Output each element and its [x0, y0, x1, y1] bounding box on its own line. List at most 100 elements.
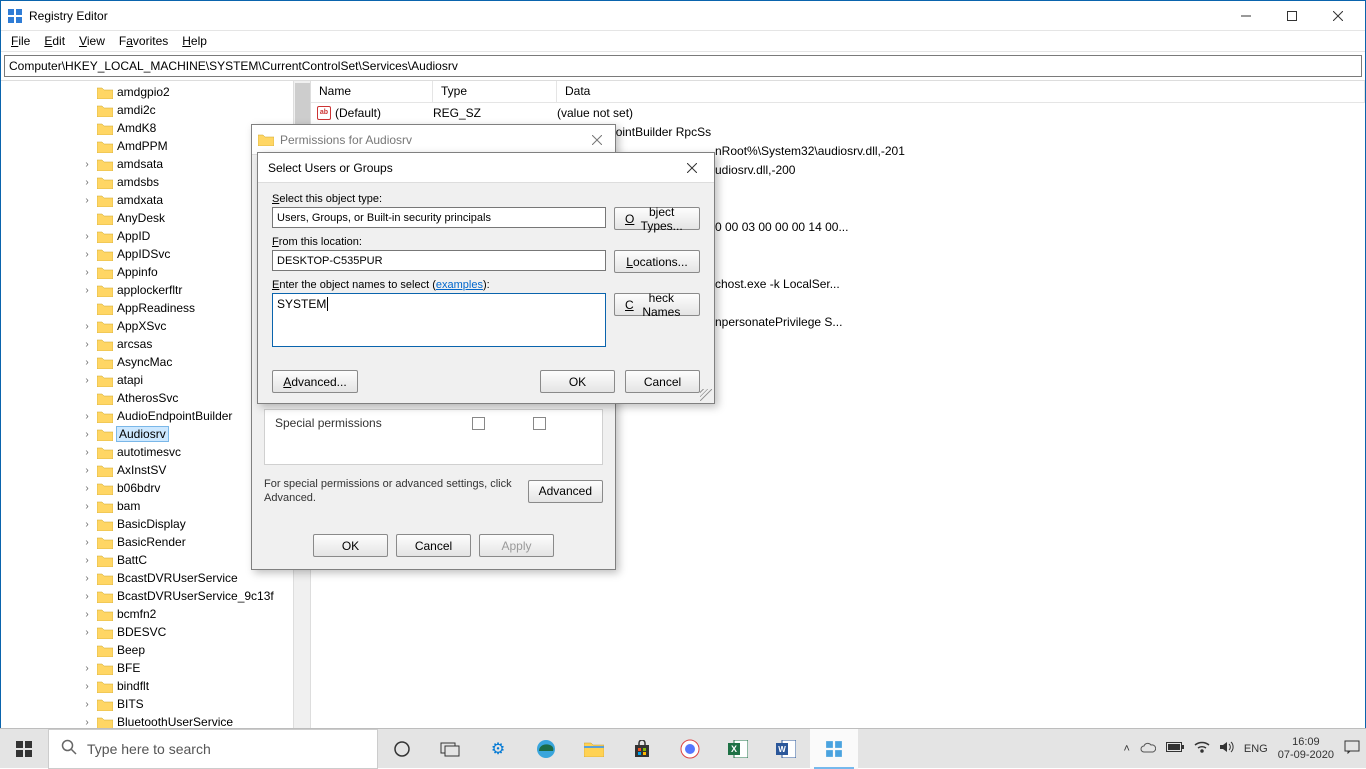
- list-row-fragment[interactable]: 0 00 03 00 00 00 14 00...: [715, 217, 848, 236]
- expander-icon[interactable]: ›: [81, 249, 93, 260]
- expander-icon[interactable]: ›: [81, 159, 93, 170]
- list-row-fragment[interactable]: nRoot%\System32\audiosrv.dll,-201: [715, 141, 905, 160]
- permissions-list-frame: Special permissions: [264, 409, 603, 465]
- taskbar-cortana[interactable]: [378, 729, 426, 769]
- expander-icon[interactable]: ›: [81, 429, 93, 440]
- expander-icon[interactable]: ›: [81, 465, 93, 476]
- tray-volume-icon[interactable]: [1220, 741, 1234, 756]
- expander-icon[interactable]: ›: [81, 519, 93, 530]
- expander-icon[interactable]: ›: [81, 591, 93, 602]
- taskbar-edge[interactable]: [522, 729, 570, 769]
- expander-icon[interactable]: ›: [81, 195, 93, 206]
- list-row-fragment[interactable]: npersonatePrivilege S...: [715, 312, 842, 331]
- taskbar-browser[interactable]: [666, 729, 714, 769]
- tray-wifi-icon[interactable]: [1194, 741, 1210, 756]
- expander-icon[interactable]: ›: [81, 231, 93, 242]
- taskbar-word[interactable]: W: [762, 729, 810, 769]
- expander-icon[interactable]: ›: [81, 501, 93, 512]
- tree-item[interactable]: Beep: [81, 641, 310, 659]
- tray-notifications-icon[interactable]: [1344, 740, 1360, 757]
- tree-item[interactable]: ›BcastDVRUserService_9c13f: [81, 587, 310, 605]
- expander-icon[interactable]: ›: [81, 627, 93, 638]
- tree-item[interactable]: ›BDESVC: [81, 623, 310, 641]
- menu-edit[interactable]: Edit: [38, 32, 71, 50]
- permissions-ok-button[interactable]: OK: [313, 534, 388, 557]
- select-users-ok-button[interactable]: OK: [540, 370, 615, 393]
- special-allow-checkbox[interactable]: [472, 417, 485, 430]
- expander-icon[interactable]: ›: [81, 537, 93, 548]
- object-types-button[interactable]: Object Types...: [614, 207, 700, 230]
- expander-icon[interactable]: ›: [81, 411, 93, 422]
- examples-link[interactable]: examples: [436, 279, 483, 291]
- permissions-cancel-button[interactable]: Cancel: [396, 534, 471, 557]
- resize-grip[interactable]: [700, 389, 712, 401]
- permissions-advanced-button[interactable]: Advanced: [528, 480, 603, 503]
- expander-icon[interactable]: ›: [81, 483, 93, 494]
- list-header: Name Type Data: [311, 81, 1365, 103]
- expander-icon[interactable]: ›: [81, 699, 93, 710]
- locations-button[interactable]: Locations...: [614, 250, 700, 273]
- expander-icon[interactable]: ›: [81, 555, 93, 566]
- expander-icon[interactable]: ›: [81, 177, 93, 188]
- expander-icon[interactable]: ›: [81, 717, 93, 728]
- tree-item[interactable]: ›bcmfn2: [81, 605, 310, 623]
- object-names-textarea[interactable]: SYSTEM: [272, 293, 606, 347]
- expander-icon[interactable]: ›: [81, 609, 93, 620]
- column-header-type[interactable]: Type: [433, 81, 557, 102]
- tray-battery-icon[interactable]: [1166, 742, 1184, 755]
- tray-language[interactable]: ENG: [1244, 743, 1268, 755]
- select-users-advanced-button[interactable]: Advanced...: [272, 370, 358, 393]
- select-users-close-button[interactable]: [680, 156, 704, 180]
- menu-file[interactable]: File: [5, 32, 36, 50]
- menu-view[interactable]: View: [73, 32, 111, 50]
- tree-item-label: BITS: [117, 697, 144, 711]
- expander-icon[interactable]: ›: [81, 285, 93, 296]
- expander-icon[interactable]: ›: [81, 663, 93, 674]
- expander-icon[interactable]: ›: [81, 573, 93, 584]
- permissions-dialog-close-button[interactable]: [585, 128, 609, 152]
- tray-chevron-icon[interactable]: ˄: [1123, 743, 1129, 755]
- expander-icon[interactable]: ›: [81, 375, 93, 386]
- check-names-button[interactable]: Check Names: [614, 293, 700, 316]
- list-row-fragment[interactable]: chost.exe -k LocalSer...: [715, 274, 840, 293]
- expander-icon[interactable]: ›: [81, 357, 93, 368]
- permissions-apply-button[interactable]: Apply: [479, 534, 554, 557]
- maximize-button[interactable]: [1269, 1, 1315, 30]
- taskbar-store[interactable]: [618, 729, 666, 769]
- expander-icon[interactable]: ›: [81, 321, 93, 332]
- special-deny-checkbox[interactable]: [533, 417, 546, 430]
- menu-help[interactable]: Help: [176, 32, 213, 50]
- tree-item-label: AppReadiness: [117, 301, 195, 315]
- close-button[interactable]: [1315, 1, 1361, 30]
- select-users-cancel-button[interactable]: Cancel: [625, 370, 700, 393]
- start-button[interactable]: [0, 729, 48, 769]
- expander-icon[interactable]: ›: [81, 339, 93, 350]
- tree-item[interactable]: ›bindflt: [81, 677, 310, 695]
- taskbar-taskview[interactable]: [426, 729, 474, 769]
- tray-clock[interactable]: 16:09 07-09-2020: [1278, 736, 1334, 761]
- taskbar-regedit[interactable]: [810, 729, 858, 769]
- permissions-dialog-titlebar[interactable]: Permissions for Audiosrv: [252, 125, 615, 155]
- address-bar[interactable]: Computer\HKEY_LOCAL_MACHINE\SYSTEM\Curre…: [4, 55, 1362, 77]
- list-row-fragment[interactable]: udiosrv.dll,-200: [715, 160, 795, 179]
- minimize-button[interactable]: [1223, 1, 1269, 30]
- expander-icon[interactable]: ›: [81, 681, 93, 692]
- tree-item[interactable]: ›BFE: [81, 659, 310, 677]
- tree-item[interactable]: amdi2c: [81, 101, 310, 119]
- taskbar-search[interactable]: Type here to search: [48, 729, 378, 769]
- tree-item[interactable]: ›BcastDVRUserService: [81, 569, 310, 587]
- taskbar-settings[interactable]: ⚙: [474, 729, 522, 769]
- column-header-data[interactable]: Data: [557, 81, 1365, 102]
- list-row[interactable]: ab(Default)REG_SZ(value not set): [311, 103, 1365, 122]
- special-permissions-label: Special permissions: [275, 416, 382, 430]
- tree-item[interactable]: › BITS: [81, 695, 310, 713]
- tray-onedrive-icon[interactable]: [1140, 741, 1156, 756]
- column-header-name[interactable]: Name: [311, 81, 433, 102]
- expander-icon[interactable]: ›: [81, 447, 93, 458]
- taskbar-explorer[interactable]: [570, 729, 618, 769]
- tree-item[interactable]: amdgpio2: [81, 83, 310, 101]
- taskbar-excel[interactable]: X: [714, 729, 762, 769]
- expander-icon[interactable]: ›: [81, 267, 93, 278]
- menu-favorites[interactable]: Favorites: [113, 32, 174, 50]
- select-users-titlebar[interactable]: Select Users or Groups: [258, 153, 714, 183]
